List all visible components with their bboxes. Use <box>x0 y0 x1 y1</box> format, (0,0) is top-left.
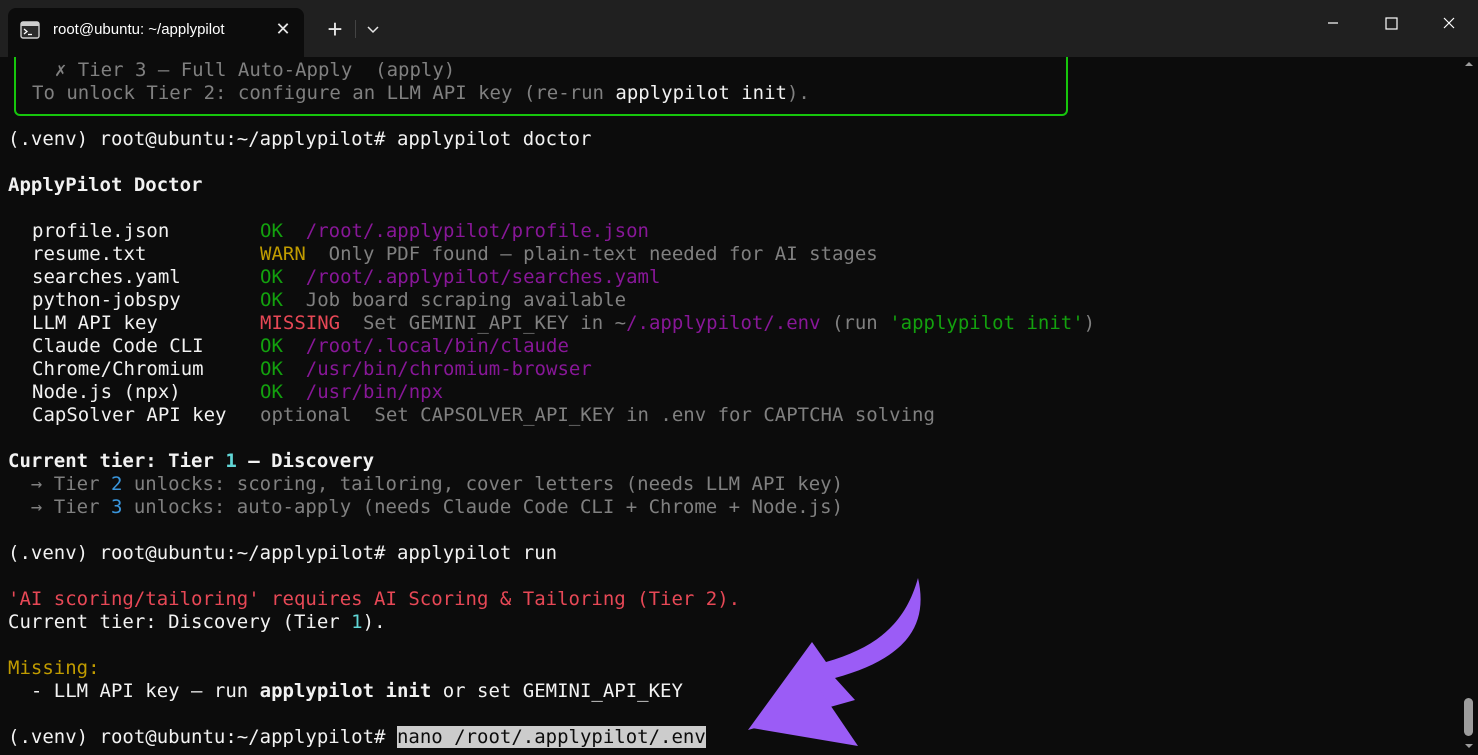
scroll-up-icon[interactable] <box>1463 59 1475 69</box>
current-command-input[interactable]: nano /root/.applypilot/.env <box>396 726 706 748</box>
check-name: LLM API key <box>32 312 158 334</box>
check-row: optional Set CAPSOLVER_API_KEY in .env f… <box>260 404 935 426</box>
prompt-line-current[interactable]: (.venv) root@ubuntu:~/applypilot# nano /… <box>8 726 706 749</box>
missing-label: Missing: <box>8 657 100 679</box>
current-tier-line: Current tier: Tier 1 — Discovery <box>8 450 375 472</box>
title-bar: root@ubuntu: ~/applypilot ✕ + <box>0 0 1478 57</box>
check-name: CapSolver API key <box>32 404 227 426</box>
check-row: OK /root/.applypilot/searches.yaml <box>260 266 661 288</box>
check-row: OK Job board scraping available <box>260 289 627 311</box>
minimize-icon[interactable] <box>1304 0 1362 46</box>
check-row: OK /usr/bin/npx <box>260 381 444 403</box>
missing-item: - LLM API key — run applypilot init or s… <box>8 680 683 702</box>
close-icon[interactable] <box>1420 0 1478 46</box>
maximize-icon[interactable] <box>1362 0 1420 46</box>
check-row: OK /root/.applypilot/profile.json <box>260 220 649 242</box>
check-row: MISSING Set GEMINI_API_KEY in ~/.applypi… <box>260 312 1096 334</box>
current-tier-status: Current tier: Discovery (Tier 1). <box>8 611 386 633</box>
check-name: python-jobspy <box>32 289 181 311</box>
tier3-line: ✗ Tier 3 — Full Auto-Apply (apply) <box>32 59 456 81</box>
error-line: 'AI scoring/tailoring' requires AI Scori… <box>8 588 741 610</box>
terminal-icon <box>20 21 40 39</box>
terminal-output[interactable]: ✗ Tier 3 — Full Auto-Apply (apply) To un… <box>0 57 1478 755</box>
check-name: Claude Code CLI <box>32 335 204 357</box>
scrollbar-thumb[interactable] <box>1464 698 1473 736</box>
check-name: Chrome/Chromium <box>32 358 204 380</box>
unlock-hint-line: To unlock Tier 2: configure an LLM API k… <box>32 82 810 104</box>
check-name: Node.js (npx) <box>32 381 181 403</box>
new-tab-button[interactable]: + <box>320 14 350 44</box>
terminal-tab[interactable]: root@ubuntu: ~/applypilot ✕ <box>8 8 304 57</box>
scroll-down-icon[interactable] <box>1463 741 1475 751</box>
check-name: resume.txt <box>32 243 147 265</box>
tier2-unlock-line: → Tier 2 unlocks: scoring, tailoring, co… <box>8 473 844 495</box>
chevron-down-icon[interactable] <box>360 15 386 43</box>
tab-separator <box>355 20 356 38</box>
check-name: searches.yaml <box>32 266 181 288</box>
check-row: OK /root/.local/bin/claude <box>260 335 569 357</box>
tab-title: root@ubuntu: ~/applypilot <box>53 21 225 38</box>
tab-close-icon[interactable]: ✕ <box>270 16 296 42</box>
doctor-title: ApplyPilot Doctor <box>8 174 203 196</box>
tier3-unlock-line: → Tier 3 unlocks: auto-apply (needs Clau… <box>8 496 844 518</box>
scrollbar[interactable] <box>1459 57 1478 755</box>
check-row: WARN Only PDF found — plain-text needed … <box>260 243 878 265</box>
check-row: OK /usr/bin/chromium-browser <box>260 358 592 380</box>
prompt-line-run: (.venv) root@ubuntu:~/applypilot# applyp… <box>8 542 558 564</box>
prompt-line-doctor: (.venv) root@ubuntu:~/applypilot# applyp… <box>8 128 592 150</box>
check-name: profile.json <box>32 220 170 242</box>
